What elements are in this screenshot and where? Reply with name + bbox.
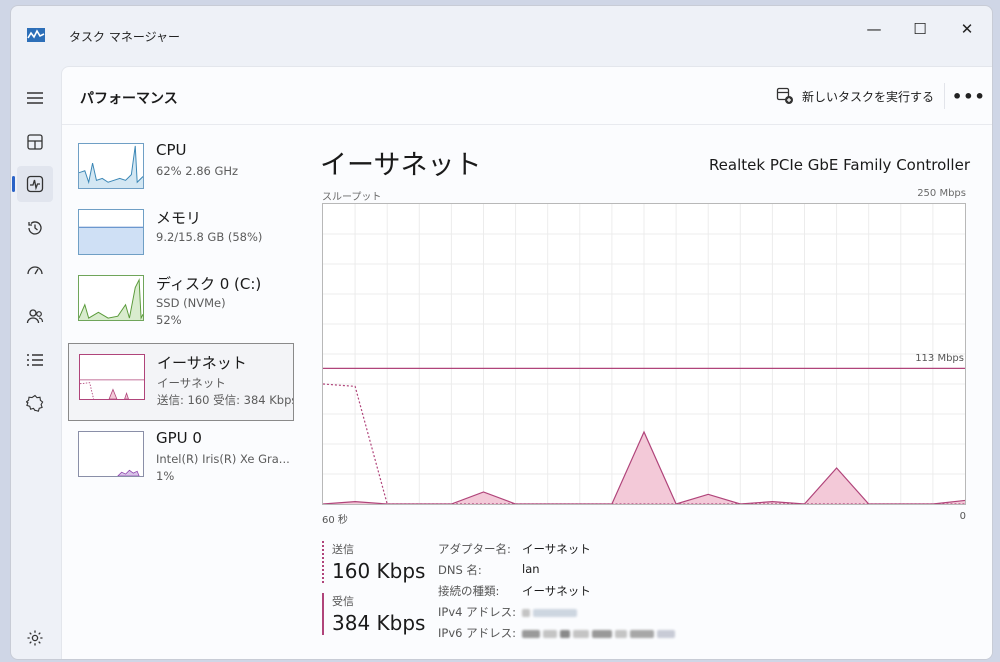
receive-stat: 受信 384 Kbps	[322, 593, 432, 635]
run-new-task-button[interactable]: 新しいタスクを実行する	[776, 83, 946, 109]
card-usage: 1%	[156, 469, 175, 483]
send-label: 送信	[332, 543, 354, 556]
card-name: イーサネット	[157, 354, 247, 372]
axis-left-label: 60 秒	[322, 515, 348, 526]
throughput-graph	[322, 203, 966, 505]
app-history-icon[interactable]	[17, 210, 53, 246]
details-icon[interactable]	[17, 342, 53, 378]
ipv4-redacted	[522, 606, 580, 620]
startup-icon[interactable]	[17, 254, 53, 290]
card-detail: SSD (NVMe)	[156, 296, 226, 310]
perf-card-ethernet[interactable]: イーサネット イーサネット 送信: 160 受信: 384 Kbps	[68, 343, 294, 421]
maximize-button[interactable]: ☐	[900, 14, 940, 44]
gpu-thumbnail-graph	[78, 431, 144, 477]
title-bar[interactable]: タスク マネージャー — ☐ ✕	[11, 6, 992, 58]
close-button[interactable]: ✕	[947, 14, 987, 44]
window-title: タスク マネージャー	[69, 30, 180, 44]
more-options-button[interactable]: •••	[952, 87, 986, 106]
disk-thumbnail-graph	[78, 275, 144, 321]
new-task-icon	[776, 87, 793, 104]
performance-icon[interactable]	[12, 166, 53, 202]
memory-thumbnail-graph	[78, 209, 144, 255]
send-value: 160 Kbps	[332, 559, 426, 583]
scale-marker-label: 113 Mbps	[915, 353, 964, 365]
resource-title: イーサネット	[320, 150, 482, 181]
task-manager-window: タスク マネージャー — ☐ ✕ パフォーマンス 新しいタスクを実行する •••…	[10, 5, 993, 660]
page-title: パフォーマンス	[80, 91, 178, 107]
prop-value: イーサネット	[522, 584, 591, 598]
prop-label: IPv4 アドレス:	[438, 605, 516, 619]
content-panel: パフォーマンス 新しいタスクを実行する ••• CPU 62% 2.86 GHz…	[61, 66, 992, 659]
minimize-button[interactable]: —	[854, 14, 894, 44]
card-detail: 9.2/15.8 GB (58%)	[156, 230, 263, 244]
prop-label: 接続の種類:	[438, 584, 500, 598]
prop-label: DNS 名:	[438, 563, 482, 577]
navigation-rail	[11, 72, 61, 657]
prop-value: イーサネット	[522, 542, 591, 556]
receive-label: 受信	[332, 595, 354, 608]
graph-max-label: 250 Mbps	[917, 188, 966, 199]
ethernet-detail-panel: イーサネット Realtek PCIe GbE Family Controlle…	[320, 125, 970, 659]
gear-icon[interactable]	[17, 620, 53, 656]
prop-label: アダプター名:	[438, 542, 511, 556]
task-manager-app-icon	[27, 28, 45, 42]
card-usage: 52%	[156, 313, 182, 327]
prop-value: lan	[522, 562, 540, 576]
users-icon[interactable]	[17, 298, 53, 334]
adapter-name: Realtek PCIe GbE Family Controller	[708, 156, 970, 174]
page-header: パフォーマンス 新しいタスクを実行する •••	[62, 67, 992, 125]
axis-right-label: 0	[959, 511, 966, 522]
cpu-thumbnail-graph	[78, 143, 144, 189]
card-name: CPU	[156, 141, 187, 159]
prop-label: IPv6 アドレス:	[438, 626, 516, 640]
card-detail: Intel(R) Iris(R) Xe Gra...	[156, 452, 290, 466]
menu-icon[interactable]	[17, 80, 53, 116]
run-new-task-label: 新しいタスクを実行する	[802, 89, 935, 104]
perf-card-gpu[interactable]: GPU 0 Intel(R) Iris(R) Xe Gra... 1%	[68, 421, 294, 499]
send-stat: 送信 160 Kbps	[322, 541, 432, 583]
receive-value: 384 Kbps	[332, 611, 426, 635]
card-throughput: 送信: 160 受信: 384 Kbps	[157, 393, 293, 407]
card-detail: 62% 2.86 GHz	[156, 164, 239, 178]
ipv6-redacted	[522, 627, 678, 641]
perf-card-disk[interactable]: ディスク 0 (C:) SSD (NVMe) 52%	[68, 265, 294, 343]
card-name: メモリ	[156, 209, 202, 227]
services-icon[interactable]	[17, 385, 53, 421]
card-name: ディスク 0 (C:)	[156, 275, 262, 293]
graph-label: スループット	[322, 192, 382, 203]
ethernet-thumbnail-graph	[79, 354, 145, 400]
processes-icon[interactable]	[17, 124, 53, 160]
card-name: GPU 0	[156, 429, 202, 447]
card-detail: イーサネット	[157, 376, 226, 390]
